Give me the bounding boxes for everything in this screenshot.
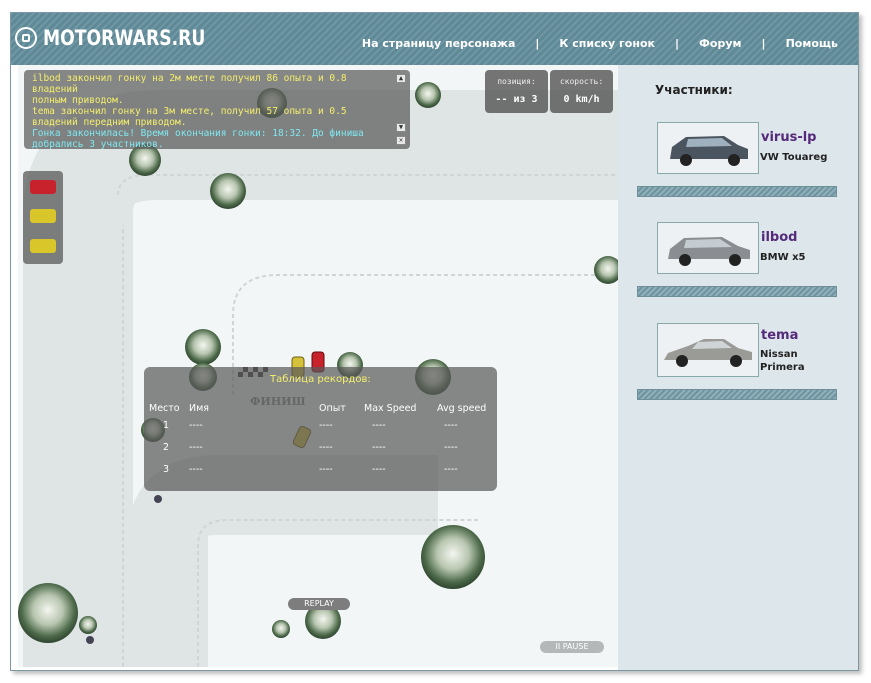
participant-bar <box>637 389 837 400</box>
participants-sidebar: Участники: virus-lp VW Touareg ilbod BMW… <box>618 65 858 670</box>
logo-icon <box>15 27 37 49</box>
main-nav: На страницу персонажа | К списку гонок |… <box>362 37 838 50</box>
participant-name[interactable]: ilbod <box>761 230 797 245</box>
pause-button[interactable]: II PAUSE <box>540 641 604 653</box>
car-photo <box>657 122 759 174</box>
records-table: Таблица рекордов: ФИНИШ Место Имя Опыт M… <box>144 367 497 491</box>
nav-separator: | <box>761 37 766 50</box>
position-label: позиция: <box>497 77 536 86</box>
car-photo <box>657 222 759 274</box>
message-line: полным приводом. <box>32 95 124 106</box>
message-line: tema закончил гонку на 3м месте, получил… <box>32 106 347 117</box>
close-icon[interactable]: ✕ <box>396 136 406 145</box>
race-track-view[interactable]: ilbod закончил гонку на 2м месте получил… <box>18 65 618 667</box>
sedan-car-icon <box>658 324 758 376</box>
nav-forum[interactable]: Форум <box>699 37 742 50</box>
col-avg-speed: Avg speed <box>437 403 487 414</box>
participant-name[interactable]: virus-lp <box>761 130 817 145</box>
col-place: Место <box>149 403 180 414</box>
row-name: ---- <box>189 464 203 475</box>
logo-text: MOTORWARS.RU <box>43 26 206 50</box>
row-name: ---- <box>189 442 203 453</box>
suv-car-icon <box>658 223 758 273</box>
row-place: 2 <box>163 442 170 453</box>
col-name: Имя <box>189 403 209 414</box>
nav-separator: | <box>535 37 540 50</box>
scroll-down-icon[interactable]: ▼ <box>396 123 406 132</box>
yellow-car-icon <box>30 239 56 253</box>
position-panel: позиция: -- из 3 <box>485 70 548 113</box>
nav-separator: | <box>674 37 680 50</box>
row-exp: ---- <box>319 420 333 431</box>
yellow-car-icon <box>30 209 56 223</box>
row-exp: ---- <box>319 464 333 475</box>
row-avg: ---- <box>444 442 458 453</box>
snow-track <box>18 65 618 667</box>
speed-label: скорость: <box>559 77 604 86</box>
records-title: Таблица рекордов: <box>270 374 371 385</box>
racers-panel <box>23 171 63 264</box>
site-header: MOTORWARS.RU На страницу персонажа | К с… <box>11 13 858 65</box>
nav-help[interactable]: Помощь <box>786 37 838 50</box>
row-max: ---- <box>372 442 386 453</box>
nav-race-list[interactable]: К списку гонок <box>559 37 655 50</box>
red-car-icon <box>30 180 56 194</box>
row-place: 1 <box>163 420 170 431</box>
replay-button[interactable]: REPLAY <box>288 598 350 610</box>
speed-panel: скорость: 0 km/h <box>550 70 613 113</box>
finish-sign: ФИНИШ <box>250 395 306 408</box>
row-max: ---- <box>372 464 386 475</box>
row-place: 3 <box>163 464 170 475</box>
race-messages-log: ilbod закончил гонку на 2м месте получил… <box>24 70 410 150</box>
row-name: ---- <box>189 420 203 431</box>
participant-name[interactable]: tema <box>761 328 798 343</box>
message-line: добрались 3 участников. <box>32 139 164 150</box>
message-line: ilbod закончил гонку на 2м месте получил… <box>32 73 347 95</box>
participant-bar <box>637 186 837 197</box>
car-photo <box>657 323 759 377</box>
participant-car: BMW x5 <box>760 252 806 263</box>
message-line: Гонка закончилась! Время окончания гонки… <box>32 128 364 139</box>
participant-car: Nissan <box>760 349 798 360</box>
participant-car: Primera <box>760 362 805 373</box>
row-avg: ---- <box>444 420 458 431</box>
site-logo[interactable]: MOTORWARS.RU <box>15 26 241 50</box>
participant-bar <box>637 286 837 297</box>
game-window: MOTORWARS.RU На страницу персонажа | К с… <box>10 12 859 671</box>
participants-title: Участники: <box>655 83 733 97</box>
nav-character-page[interactable]: На страницу персонажа <box>362 37 516 50</box>
row-avg: ---- <box>444 464 458 475</box>
message-line: владений передним приводом. <box>32 117 187 128</box>
suv-car-icon <box>658 123 758 173</box>
row-max: ---- <box>372 420 386 431</box>
col-exp: Опыт <box>319 403 346 414</box>
speed-value: 0 km/h <box>563 94 600 105</box>
col-max-speed: Max Speed <box>364 403 417 414</box>
scroll-up-icon[interactable]: ▲ <box>396 74 406 83</box>
row-exp: ---- <box>319 442 333 453</box>
participant-car: VW Touareg <box>760 152 828 163</box>
position-value: -- из 3 <box>495 94 538 105</box>
